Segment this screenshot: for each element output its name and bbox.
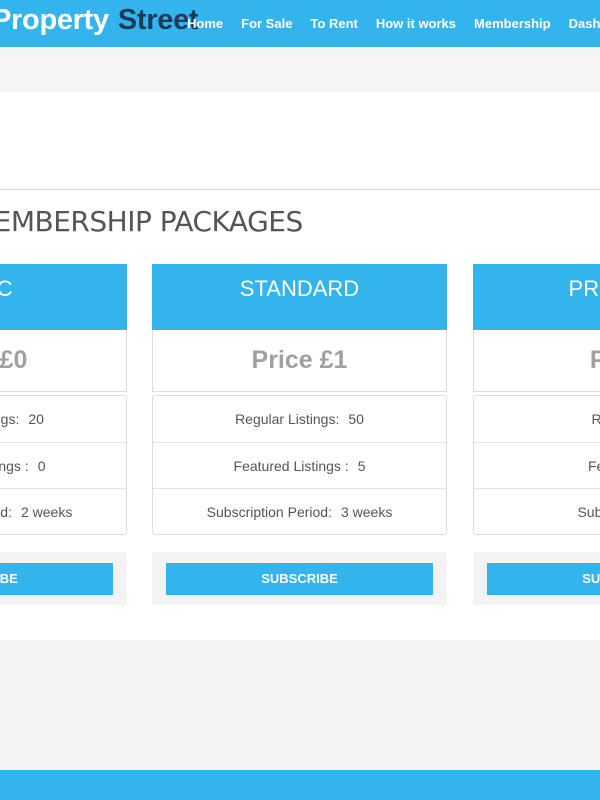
package-footer: SUBSCRIBE bbox=[152, 552, 447, 605]
subscribe-button-standard[interactable]: SUBSCRIBE bbox=[166, 563, 433, 595]
top-navbar: Property Street Home For Sale To Rent How… bbox=[0, 0, 600, 47]
nav-dashboard[interactable]: Dashboard bbox=[569, 16, 600, 31]
feature-label: Featured Listings : bbox=[0, 457, 29, 474]
package-card-basic: BASIC Price £0 Regular Listings: 20 Feat… bbox=[0, 264, 127, 605]
feature-value: 3 weeks bbox=[340, 503, 393, 520]
feature-value: 50 bbox=[348, 411, 364, 427]
feature-label: Subscription Period: bbox=[206, 503, 332, 520]
section-divider bbox=[0, 189, 600, 190]
site-footer bbox=[0, 770, 600, 800]
feature-label: Featured bbox=[587, 457, 600, 474]
feature-row: Regular Listings: 50 bbox=[153, 396, 446, 442]
feature-label: Subscription bbox=[577, 503, 600, 520]
nav-for-sale[interactable]: For Sale bbox=[241, 16, 292, 31]
package-price: Price £1 bbox=[152, 330, 447, 392]
nav-membership[interactable]: Membership bbox=[474, 16, 551, 31]
package-footer: SUBSCRIBE bbox=[473, 552, 600, 605]
nav-home[interactable]: Home bbox=[187, 16, 223, 31]
feature-row: Featured Listings : 0 bbox=[0, 442, 126, 488]
feature-row: Featured bbox=[474, 442, 600, 488]
feature-row: Regular Listings: 20 bbox=[0, 396, 126, 442]
package-features: Regular Listings: 20 Featured Listings :… bbox=[0, 395, 127, 535]
feature-label: Subscription Period: bbox=[0, 503, 12, 520]
feature-value: 20 bbox=[28, 411, 44, 427]
package-footer: SUBSCRIBE bbox=[0, 552, 127, 605]
package-price: Price bbox=[473, 330, 600, 392]
subscribe-button-basic[interactable]: SUBSCRIBE bbox=[0, 563, 113, 595]
package-features: Regular Listings: 50 Featured Listings :… bbox=[152, 395, 447, 535]
feature-row: Subscription Period: 2 weeks bbox=[0, 488, 126, 534]
package-card-standard: STANDARD Price £1 Regular Listings: 50 F… bbox=[152, 264, 447, 605]
main-content: MEMBERSHIP PACKAGES BASIC Price £0 Regul… bbox=[0, 92, 600, 640]
package-price: Price £0 bbox=[0, 330, 127, 392]
feature-row: Featured Listings : 5 bbox=[153, 442, 446, 488]
feature-row: Subscription bbox=[474, 488, 600, 534]
feature-value: 2 weeks bbox=[20, 503, 73, 520]
nav-to-rent[interactable]: To Rent bbox=[310, 16, 357, 31]
feature-row: Subscription Period: 3 weeks bbox=[153, 488, 446, 534]
package-name: PREMIUM bbox=[473, 264, 600, 330]
feature-value: 0 bbox=[37, 457, 46, 474]
subscribe-button-premium[interactable]: SUBSCRIBE bbox=[487, 563, 600, 595]
feature-label: Regular bbox=[591, 411, 600, 427]
feature-value: 5 bbox=[357, 457, 366, 474]
main-nav: Home For Sale To Rent How it works Membe… bbox=[187, 0, 600, 47]
feature-label: Regular Listings: bbox=[0, 411, 20, 427]
package-features: Regular Featured Subscription bbox=[473, 395, 600, 535]
package-name: STANDARD bbox=[152, 264, 447, 330]
feature-row: Regular bbox=[474, 396, 600, 442]
feature-label: Featured Listings : bbox=[233, 457, 349, 474]
package-name: BASIC bbox=[0, 264, 127, 330]
nav-how-it-works[interactable]: How it works bbox=[376, 16, 456, 31]
package-card-premium: PREMIUM Price Regular Featured Subscript… bbox=[473, 264, 600, 605]
feature-label: Regular Listings: bbox=[235, 411, 340, 427]
header-band bbox=[0, 47, 600, 92]
page-title: MEMBERSHIP PACKAGES bbox=[0, 205, 303, 238]
logo-text-part1: Property bbox=[0, 4, 109, 36]
site-logo[interactable]: Property Street bbox=[0, 4, 199, 37]
